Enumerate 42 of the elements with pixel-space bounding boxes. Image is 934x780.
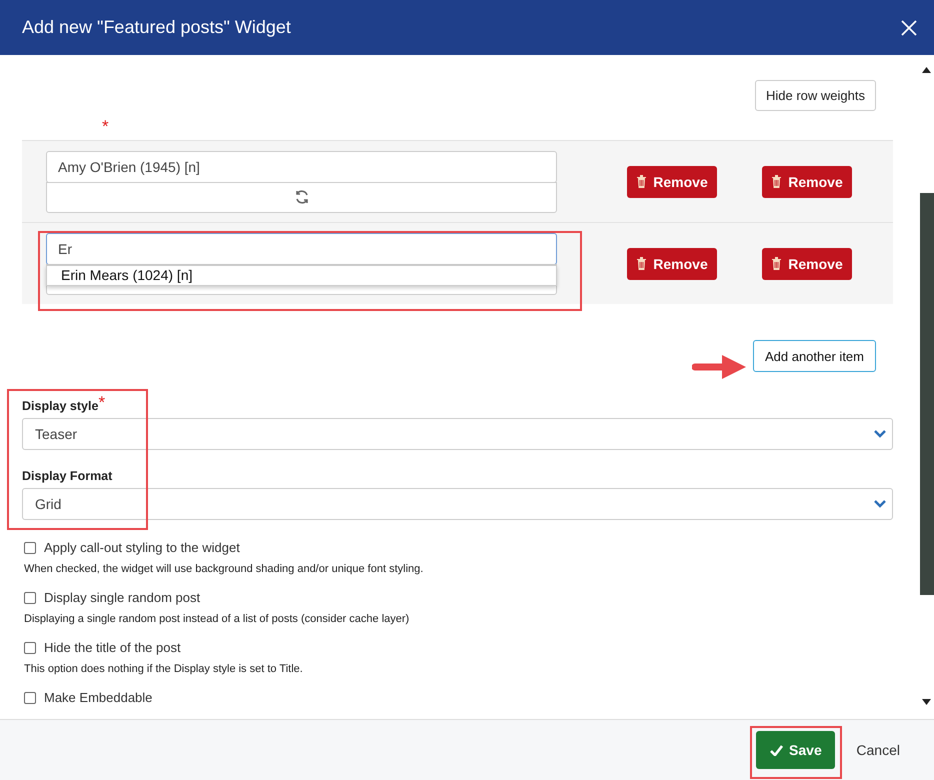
autocomplete-menu[interactable]: Erin Mears (1024) [n] bbox=[46, 264, 557, 286]
help-text: When checked, the widget will use background shading and/or unique font styling. bbox=[24, 563, 424, 575]
remove-button[interactable]: Remove bbox=[762, 166, 852, 198]
remove-button[interactable]: Remove bbox=[627, 166, 717, 198]
chevron-icon bbox=[874, 500, 886, 508]
annotation-arrow bbox=[692, 354, 746, 380]
checkbox-label: Hide the title of the post bbox=[44, 640, 181, 655]
trash-icon bbox=[636, 257, 648, 270]
remove-button[interactable]: Remove bbox=[627, 248, 717, 280]
cancel-link[interactable]: Cancel bbox=[856, 742, 900, 758]
author-field[interactable]: Er bbox=[46, 232, 557, 264]
checkbox-label: Display single random post bbox=[44, 590, 200, 605]
add-item-button[interactable]: Add another item bbox=[752, 340, 876, 372]
chevron-icon bbox=[874, 430, 886, 438]
help-text: Displaying a single random post instead of a list of posts (consider cache layer) bbox=[24, 613, 410, 625]
checkbox[interactable] bbox=[24, 692, 36, 704]
hide-row-weights-button[interactable]: Hide row weights bbox=[755, 80, 876, 111]
field-label: Display Format bbox=[22, 468, 112, 483]
refresh-icon bbox=[294, 189, 310, 205]
remove-button[interactable]: Remove bbox=[762, 248, 852, 280]
trash-icon bbox=[771, 175, 782, 188]
checkbox[interactable] bbox=[24, 542, 36, 554]
help-text: This option does nothing if the Display style is set to Title. bbox=[24, 663, 304, 675]
checkbox[interactable] bbox=[24, 592, 36, 604]
checkmark-icon bbox=[770, 744, 784, 756]
field-label: Display style bbox=[22, 398, 98, 413]
author-field[interactable]: Amy O'Brien (1945) [n] bbox=[46, 150, 557, 182]
checkbox[interactable] bbox=[24, 642, 36, 654]
select-field[interactable]: Grid bbox=[22, 488, 893, 520]
trash-icon bbox=[636, 175, 648, 188]
close-icon[interactable] bbox=[901, 20, 917, 36]
checkbox-label: Apply call-out styling to the widget bbox=[44, 540, 240, 555]
trash-icon bbox=[771, 257, 782, 270]
required-mark: * bbox=[98, 396, 106, 410]
save-button[interactable]: Save bbox=[756, 731, 836, 769]
select-field[interactable]: Teaser bbox=[22, 418, 893, 450]
scroll-up-icon[interactable] bbox=[922, 67, 931, 73]
required-mark: * bbox=[102, 118, 109, 136]
scroll-down-icon[interactable] bbox=[922, 699, 931, 705]
dialog-title: Add new "Featured posts" Widget bbox=[22, 17, 291, 38]
checkbox-label: Make Embeddable bbox=[44, 690, 152, 705]
scrollbar-thumb[interactable] bbox=[920, 193, 934, 595]
